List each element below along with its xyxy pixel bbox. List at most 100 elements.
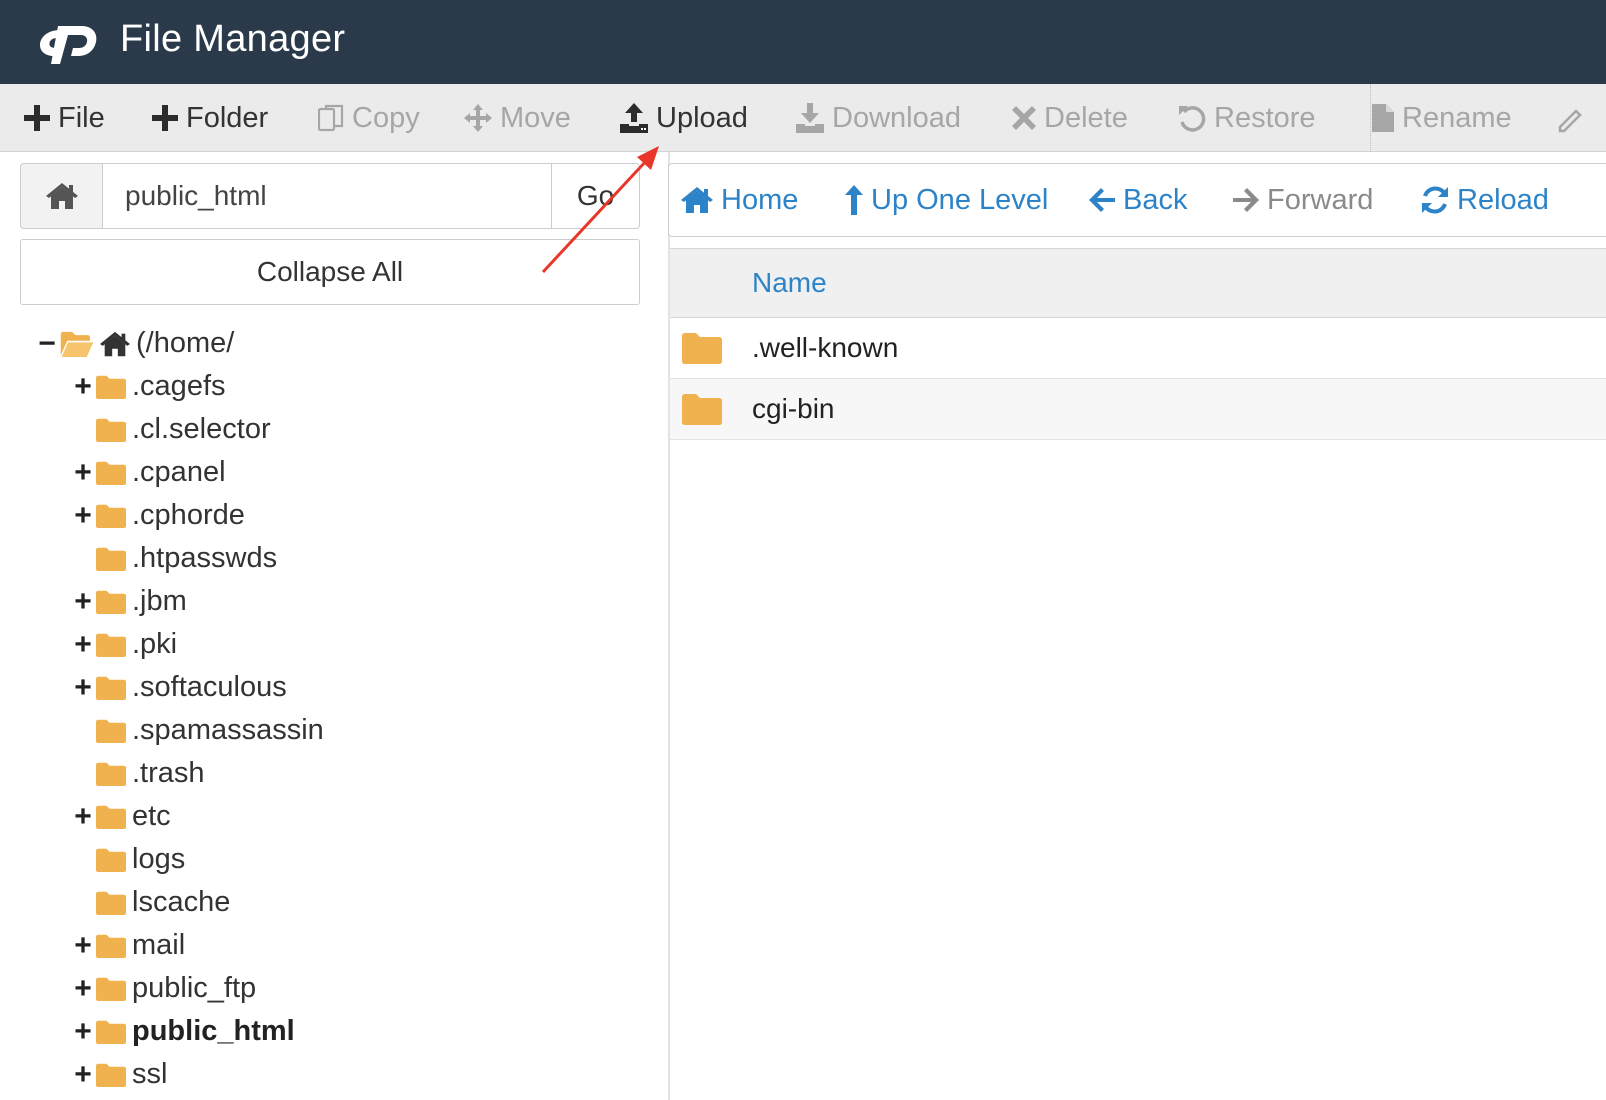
nav-forward-label: Forward xyxy=(1267,183,1374,216)
folder-icon xyxy=(96,805,126,829)
tree-item-label: lscache xyxy=(132,886,231,918)
tree-item[interactable]: + etc xyxy=(72,795,171,838)
tree-item[interactable]: + public_ftp xyxy=(72,967,256,1010)
column-header-name[interactable]: Name xyxy=(752,267,827,299)
upload-button[interactable]: Upload xyxy=(620,84,748,152)
copy-icon xyxy=(318,104,344,132)
folder-icon xyxy=(96,547,126,571)
tree-item-label: .trash xyxy=(132,757,205,789)
folder-open-icon xyxy=(60,331,94,357)
collapse-toggle[interactable]: − xyxy=(36,327,58,361)
path-input[interactable] xyxy=(103,164,551,228)
expand-toggle[interactable]: + xyxy=(72,628,94,662)
download-icon xyxy=(796,103,824,133)
expand-toggle[interactable]: + xyxy=(72,585,94,619)
go-button[interactable]: Go xyxy=(551,164,639,228)
tree-item[interactable]: + ssl xyxy=(72,1053,167,1096)
edit-button[interactable] xyxy=(1556,84,1586,152)
folder-icon xyxy=(96,461,126,485)
nav-reload-button[interactable]: Reload xyxy=(1421,164,1549,236)
expand-toggle[interactable]: + xyxy=(72,1015,94,1049)
tree-item[interactable]: + .cpanel xyxy=(72,451,225,494)
expand-toggle[interactable]: + xyxy=(72,671,94,705)
refresh-icon xyxy=(1422,186,1448,214)
upload-icon xyxy=(620,103,648,133)
file-row[interactable]: .well-known xyxy=(670,318,1606,379)
nav-up-one-level-button[interactable]: Up One Level xyxy=(845,164,1048,236)
tree-item-label: etc xyxy=(132,800,171,832)
move-icon xyxy=(464,104,492,132)
file-list-header: Name xyxy=(670,248,1606,318)
file-row[interactable]: cgi-bin xyxy=(670,379,1606,440)
path-home-button[interactable] xyxy=(21,164,103,228)
tree-item-label: mail xyxy=(132,929,186,961)
expand-toggle[interactable]: + xyxy=(72,972,94,1006)
tree-item-label: public_ftp xyxy=(132,972,257,1004)
tree-item[interactable]: .cl.selector xyxy=(72,408,271,451)
tree-item[interactable]: + mail xyxy=(72,924,185,967)
file-icon xyxy=(1372,104,1394,132)
new-folder-button[interactable]: Folder xyxy=(152,84,268,152)
tree-item-label: (/home/ xyxy=(136,327,235,359)
arrow-right-icon xyxy=(1233,188,1259,212)
nav-back-button[interactable]: Back xyxy=(1089,164,1187,236)
nav-home-button[interactable]: Home xyxy=(681,164,798,236)
rename-button[interactable]: Rename xyxy=(1372,84,1512,152)
tree-item-label: .spamassassin xyxy=(132,714,324,746)
level-up-icon xyxy=(845,185,863,215)
navigation-bar: Home Up One Level Back Forward Reload xyxy=(668,163,1606,237)
app-title: File Manager xyxy=(120,18,346,60)
nav-forward-button[interactable]: Forward xyxy=(1233,164,1373,236)
restore-button[interactable]: Restore xyxy=(1178,84,1316,152)
path-bar: Go xyxy=(20,163,640,229)
app-header: File Manager xyxy=(0,0,1606,84)
pencil-icon xyxy=(1558,109,1582,133)
tree-item[interactable]: logs xyxy=(72,838,185,881)
tree-item[interactable]: + .jbm xyxy=(72,580,187,623)
nav-home-label: Home xyxy=(721,183,799,216)
plus-icon xyxy=(24,105,50,131)
expand-toggle[interactable]: + xyxy=(72,929,94,963)
tree-item[interactable]: .trash xyxy=(72,752,205,795)
nav-back-label: Back xyxy=(1123,183,1188,216)
move-button[interactable]: Move xyxy=(464,84,571,152)
tree-root[interactable]: − (/home/ xyxy=(36,322,234,365)
expand-toggle[interactable]: + xyxy=(72,499,94,533)
tree-item-label: ssl xyxy=(132,1058,168,1090)
times-icon xyxy=(1012,106,1036,130)
nav-reload-label: Reload xyxy=(1457,183,1549,216)
delete-button[interactable]: Delete xyxy=(1012,84,1128,152)
move-label: Move xyxy=(500,101,571,134)
new-file-button[interactable]: File xyxy=(24,84,105,152)
restore-label: Restore xyxy=(1214,101,1316,134)
tree-item[interactable]: + .cagefs xyxy=(72,365,225,408)
tree-item[interactable]: lscache xyxy=(72,881,230,924)
expand-toggle[interactable]: + xyxy=(72,370,94,404)
copy-button[interactable]: Copy xyxy=(318,84,420,152)
tree-item[interactable]: + .pki xyxy=(72,623,177,666)
tree-item[interactable]: + .softaculous xyxy=(72,666,287,709)
folder-icon xyxy=(96,590,126,614)
expand-toggle[interactable]: + xyxy=(72,456,94,490)
folder-icon xyxy=(96,633,126,657)
collapse-all-button[interactable]: Collapse All xyxy=(20,239,640,305)
tree-item[interactable]: .htpasswds xyxy=(72,537,277,580)
tree-item[interactable]: + .cphorde xyxy=(72,494,245,537)
expand-toggle[interactable]: + xyxy=(72,800,94,834)
tree-item-label: .htpasswds xyxy=(132,542,278,574)
folder-icon xyxy=(96,504,126,528)
file-list: Name .well-known cgi-bin xyxy=(670,248,1606,440)
tree-item[interactable]: + public_html xyxy=(72,1010,295,1053)
folder-icon xyxy=(96,762,126,786)
folder-icon xyxy=(96,1063,126,1087)
tree-item-label: .jbm xyxy=(132,585,187,617)
cpanel-logo[interactable] xyxy=(38,20,102,64)
download-button[interactable]: Download xyxy=(796,84,961,152)
folder-icon xyxy=(96,375,126,399)
toolbar-divider xyxy=(1370,84,1371,152)
expand-toggle[interactable]: + xyxy=(72,1058,94,1092)
file-name: cgi-bin xyxy=(752,393,835,424)
plus-icon xyxy=(152,105,178,131)
folder-icon xyxy=(682,394,722,425)
tree-item[interactable]: .spamassassin xyxy=(72,709,324,752)
